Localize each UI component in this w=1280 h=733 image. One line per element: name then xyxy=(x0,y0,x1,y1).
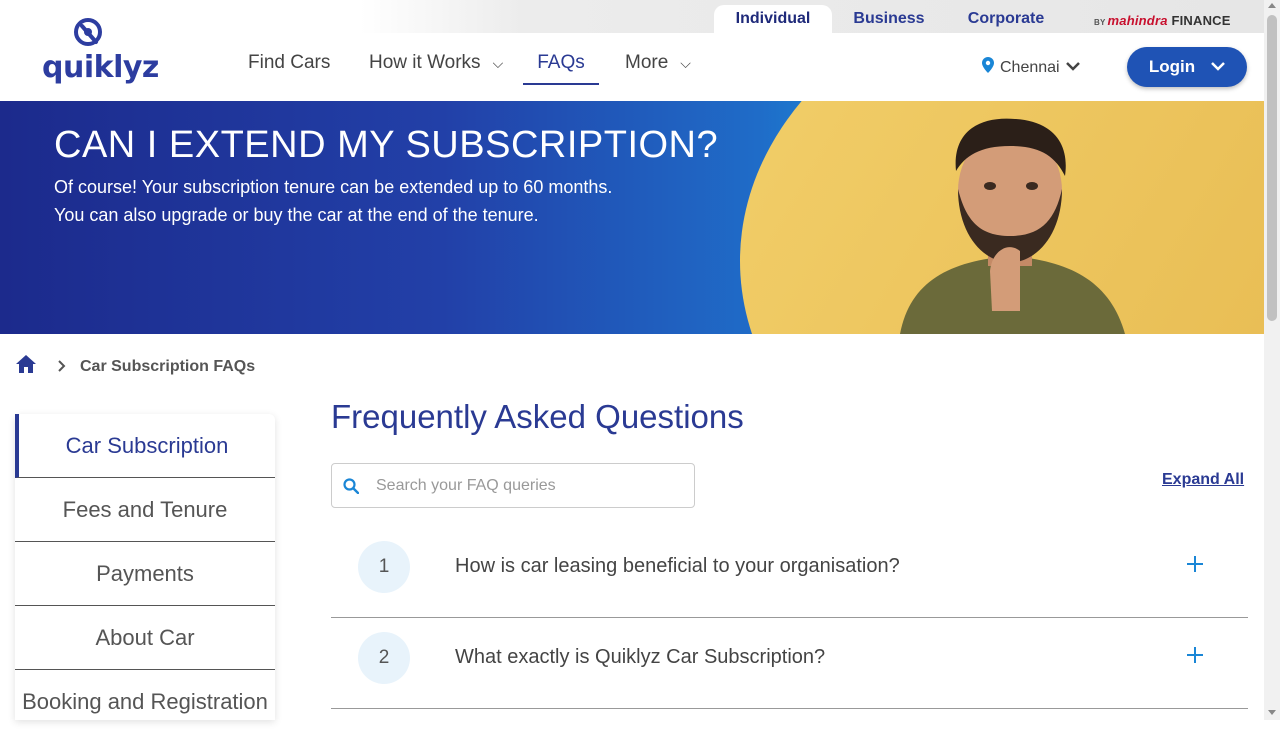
scroll-down-arrow-icon[interactable] xyxy=(1268,710,1276,715)
breadcrumb-current: Car Subscription FAQs xyxy=(80,358,256,375)
logo-wordmark: quiklyz xyxy=(42,50,159,85)
chevron-down-icon xyxy=(1211,57,1226,77)
site-header: Individual Business Corporate BY mahindra… xyxy=(0,0,1264,101)
page-scrollbar[interactable] xyxy=(1264,0,1280,720)
nav-faqs[interactable]: FAQs xyxy=(523,52,599,74)
hero-line-1: Of course! Your subscription tenure can … xyxy=(54,177,613,197)
quiklyz-logo[interactable]: quiklyz xyxy=(42,14,159,88)
scrollbar-thumb[interactable] xyxy=(1267,15,1277,321)
hero-line-2: You can also upgrade or buy the car at t… xyxy=(54,205,539,225)
active-nav-underline xyxy=(523,83,599,85)
scroll-up-arrow-icon[interactable] xyxy=(1268,3,1276,8)
sidebar-item-payments[interactable]: Payments xyxy=(15,542,275,606)
sidebar-item-car-subscription[interactable]: Car Subscription xyxy=(15,414,275,478)
logo-mark-icon xyxy=(74,18,102,46)
sidebar-item-booking-and-registration[interactable]: Booking and Registration xyxy=(15,670,275,733)
plus-icon[interactable] xyxy=(1186,549,1204,580)
faq-row[interactable]: 2 What exactly is Quiklyz Car Subscripti… xyxy=(331,618,1248,709)
location-pin-icon xyxy=(982,57,994,78)
chevron-down-icon xyxy=(1065,59,1080,77)
expand-all-link[interactable]: Expand All xyxy=(1162,471,1244,489)
chevron-right-icon xyxy=(58,359,66,375)
page-title: Frequently Asked Questions xyxy=(331,398,744,435)
tab-business[interactable]: Business xyxy=(840,5,938,33)
mahindra-finance-brand: BY mahindra FINANCE xyxy=(1094,13,1231,28)
login-button[interactable]: Login xyxy=(1127,47,1247,87)
question-text: What exactly is Quiklyz Car Subscription… xyxy=(455,646,826,668)
question-number: 2 xyxy=(358,632,410,684)
breadcrumb: Car Subscription FAQs xyxy=(16,355,255,379)
city-selector[interactable]: Chennai xyxy=(982,57,1080,78)
search-input[interactable] xyxy=(374,475,678,496)
sidebar-item-fees-and-tenure[interactable]: Fees and Tenure xyxy=(15,478,275,542)
tab-individual[interactable]: Individual xyxy=(714,5,832,33)
faq-search-box[interactable] xyxy=(331,463,695,508)
home-icon[interactable] xyxy=(16,355,36,379)
question-text: How is car leasing beneficial to your or… xyxy=(455,555,900,577)
faq-category-sidebar: Car Subscription Fees and Tenure Payment… xyxy=(15,414,275,720)
search-icon xyxy=(332,477,370,494)
chevron-down-icon: ⌵ xyxy=(492,54,504,71)
hero-title: CAN I EXTEND MY SUBSCRIPTION? xyxy=(54,124,719,166)
nav-more[interactable]: More ⌵ xyxy=(625,52,691,74)
city-name: Chennai xyxy=(1000,58,1060,76)
chevron-down-icon: ⌵ xyxy=(680,54,691,71)
faq-row[interactable]: 1 How is car leasing beneficial to your … xyxy=(331,527,1248,618)
sidebar-item-about-car[interactable]: About Car xyxy=(15,606,275,670)
nav-how-it-works[interactable]: How it Works ⌵ xyxy=(369,52,503,74)
nav-find-cars[interactable]: Find Cars xyxy=(248,52,330,74)
question-number: 1 xyxy=(358,541,410,593)
thinking-man-image xyxy=(900,118,1125,334)
tab-corporate[interactable]: Corporate xyxy=(956,5,1056,33)
hero-banner: CAN I EXTEND MY SUBSCRIPTION? Of course!… xyxy=(0,101,1264,334)
plus-icon[interactable] xyxy=(1186,640,1204,671)
